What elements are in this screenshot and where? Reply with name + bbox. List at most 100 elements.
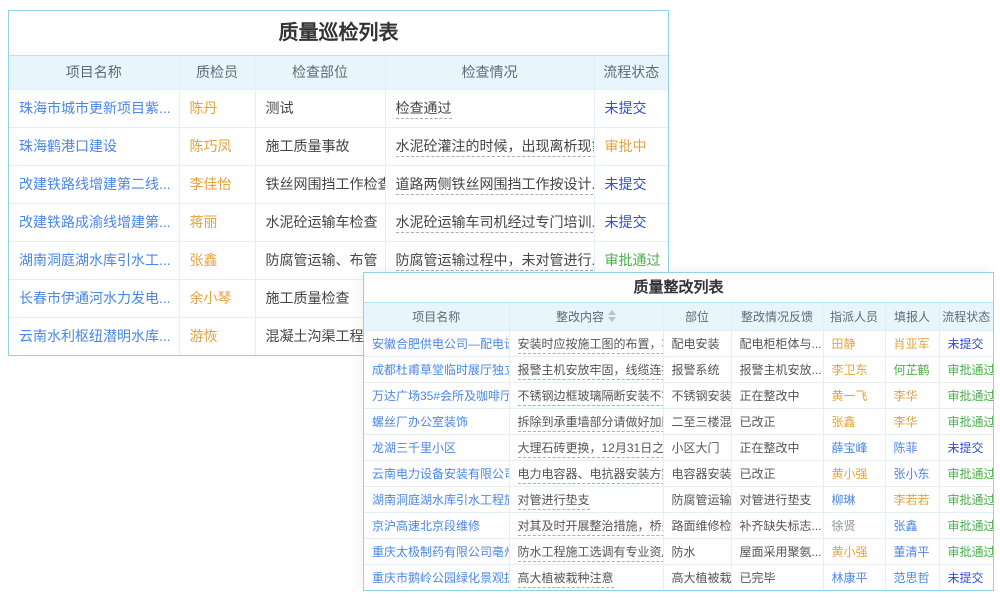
inspection-row: 改建铁路成渝线增建第... 蒋丽 水泥砼运输车检查 水泥砼运输车司机经过专门培训… (9, 203, 668, 241)
sort-icon[interactable] (608, 310, 616, 322)
column-header-project: 项目名称 (9, 56, 179, 89)
inspection-situation-cell: 检查通过 (385, 89, 594, 127)
content-text: 高大植被栽种注意 (518, 571, 614, 588)
situation-text: 道路两侧铁丝网围挡工作按设计... (396, 176, 595, 195)
project-name-link[interactable]: 万达广场35#会所及咖啡厅空... (364, 382, 509, 408)
project-name-link[interactable]: 珠海鹤港口建设 (9, 127, 179, 165)
project-name-link[interactable]: 安徽合肥供电公司—配电设备... (364, 330, 509, 356)
status-badge: 审批通过 (939, 486, 993, 512)
rectification-row: 成都杜甫草堂临时展厅独立展... 报警主机安放牢固，线缆连接... 报警系统 报… (364, 356, 993, 382)
project-name-link[interactable]: 重庆太极制药有限公司亳州中... (364, 538, 509, 564)
rectification-feedback-cell: 正在整改中 (731, 434, 823, 460)
status-badge: 审批通过 (939, 382, 993, 408)
project-name-link[interactable]: 重庆市鹅岭公园绿化景观提升... (364, 564, 509, 590)
rectification-feedback-cell: 配电柜柜体与... (731, 330, 823, 356)
content-text: 对管进行垫支 (518, 493, 590, 510)
assignee-name: 田静 (823, 330, 885, 356)
inspection-part-cell: 铁丝网围挡工作检查 (255, 165, 385, 203)
status-badge: 未提交 (939, 330, 993, 356)
column-header-inspector: 质检员 (179, 56, 255, 89)
situation-text: 防腐管运输过程中，未对管进行... (396, 252, 595, 271)
project-name-link[interactable]: 云南电力设备安装有限公司20... (364, 460, 509, 486)
assignee-name: 张鑫 (823, 408, 885, 434)
assignee-name: 李卫东 (823, 356, 885, 382)
column-header-project: 项目名称 (364, 303, 509, 330)
inspection-situation-cell: 水泥砼灌注的时候，出现离析现象 (385, 127, 594, 165)
content-text: 防水工程施工选调有专业资质... (518, 545, 664, 562)
rectification-row: 湖南洞庭湖水库引水工程施工1标 对管进行垫支 防腐管运输... 对管进行垫支 柳… (364, 486, 993, 512)
inspection-part-cell: 测试 (255, 89, 385, 127)
rectification-content-cell: 大理石砖更换，12月31日之... (509, 434, 663, 460)
status-badge: 审批中 (594, 127, 668, 165)
inspector-name: 李佳怡 (179, 165, 255, 203)
reporter-name: 李华 (885, 382, 939, 408)
rectification-part-cell: 防水 (663, 538, 731, 564)
rectification-part-cell: 路面维修检... (663, 512, 731, 538)
inspection-table-header: 项目名称 质检员 检查部位 检查情况 流程状态 (9, 56, 668, 89)
column-header-part: 部位 (663, 303, 731, 330)
project-name-link[interactable]: 湖南洞庭湖水库引水工... (9, 241, 179, 279)
rectification-part-cell: 高大植被栽种 (663, 564, 731, 590)
page: 质量巡检列表 项目名称 质检员 检查部位 检查情况 流程状态 珠海市城市更新项目… (0, 0, 1000, 600)
reporter-name: 范思哲 (885, 564, 939, 590)
rectification-feedback-cell: 已完毕 (731, 564, 823, 590)
reporter-name: 李华 (885, 408, 939, 434)
status-badge: 未提交 (939, 434, 993, 460)
rectification-part-cell: 不锈钢安装... (663, 382, 731, 408)
project-name-link[interactable]: 长春市伊通河水力发电... (9, 279, 179, 317)
project-name-link[interactable]: 湖南洞庭湖水库引水工程施工1标 (364, 486, 509, 512)
reporter-name: 张鑫 (885, 512, 939, 538)
status-badge: 审批通过 (939, 460, 993, 486)
rectification-feedback-cell: 正在整改中 (731, 382, 823, 408)
inspection-row: 改建铁路线增建第二线... 李佳怡 铁丝网围挡工作检查 道路两侧铁丝网围挡工作按… (9, 165, 668, 203)
rectification-content-cell: 安装时应按施工图的布置，将... (509, 330, 663, 356)
project-name-link[interactable]: 龙湖三千里小区 (364, 434, 509, 460)
status-badge: 未提交 (939, 564, 993, 590)
reporter-name: 李若若 (885, 486, 939, 512)
status-badge: 审批通过 (939, 356, 993, 382)
rectification-content-cell: 不锈钢边框玻璃隔断安装不牢... (509, 382, 663, 408)
project-name-link[interactable]: 螺丝厂办公室装饰 (364, 408, 509, 434)
rectification-feedback-cell: 对管进行垫支 (731, 486, 823, 512)
project-name-link[interactable]: 改建铁路线增建第二线... (9, 165, 179, 203)
rectification-part-cell: 配电安装 (663, 330, 731, 356)
project-name-link[interactable]: 成都杜甫草堂临时展厅独立展... (364, 356, 509, 382)
inspection-situation-cell: 道路两侧铁丝网围挡工作按设计... (385, 165, 594, 203)
project-name-link[interactable]: 京沪高速北京段维修 (364, 512, 509, 538)
rectification-content-cell: 拆除到承重墙部分请做好加固... (509, 408, 663, 434)
project-name-link[interactable]: 云南水利枢纽潜明水库... (9, 317, 179, 355)
rectification-part-cell: 报警系统 (663, 356, 731, 382)
inspection-part-cell: 施工质量事故 (255, 127, 385, 165)
rectification-row: 重庆市鹅岭公园绿化景观提升... 高大植被栽种注意 高大植被栽种 已完毕 林康平… (364, 564, 993, 590)
column-header-status: 流程状态 (594, 56, 668, 89)
column-header-content: 整改内容 (509, 303, 663, 330)
rectification-content-cell: 对管进行垫支 (509, 486, 663, 512)
rectification-feedback-cell: 补齐缺失标志... (731, 512, 823, 538)
status-badge: 审批通过 (939, 538, 993, 564)
inspection-part-cell: 水泥砼运输车检查 (255, 203, 385, 241)
rectification-part-cell: 二至三楼混... (663, 408, 731, 434)
inspector-name: 张鑫 (179, 241, 255, 279)
rectification-row: 龙湖三千里小区 大理石砖更换，12月31日之... 小区大门 正在整改中 薛宝峰… (364, 434, 993, 460)
rectification-row: 重庆太极制药有限公司亳州中... 防水工程施工选调有专业资质... 防水 屋面采… (364, 538, 993, 564)
rectification-content-cell: 电力电容器、电抗器安装方案... (509, 460, 663, 486)
rectification-feedback-cell: 报警主机安放... (731, 356, 823, 382)
content-text: 大理石砖更换，12月31日之... (518, 441, 664, 458)
column-header-reporter: 填报人 (885, 303, 939, 330)
assignee-name: 林康平 (823, 564, 885, 590)
status-badge: 未提交 (594, 165, 668, 203)
column-header-content-label: 整改内容 (556, 308, 604, 325)
project-name-link[interactable]: 珠海市城市更新项目紫... (9, 89, 179, 127)
inspector-name: 余小琴 (179, 279, 255, 317)
project-name-link[interactable]: 改建铁路成渝线增建第... (9, 203, 179, 241)
column-header-situation: 检查情况 (385, 56, 594, 89)
rectification-feedback-cell: 已改正 (731, 460, 823, 486)
rectification-table-card: 质量整改列表 项目名称 整改内容 (363, 272, 994, 591)
assignee-name: 徐贤 (823, 512, 885, 538)
assignee-name: 薛宝峰 (823, 434, 885, 460)
rectification-part-cell: 电容器安装... (663, 460, 731, 486)
inspection-row: 珠海鹤港口建设 陈巧凤 施工质量事故 水泥砼灌注的时候，出现离析现象 审批中 (9, 127, 668, 165)
situation-text: 水泥砼运输车司机经过专门培训... (396, 214, 595, 233)
rectification-part-cell: 小区大门 (663, 434, 731, 460)
rectification-content-cell: 报警主机安放牢固，线缆连接... (509, 356, 663, 382)
